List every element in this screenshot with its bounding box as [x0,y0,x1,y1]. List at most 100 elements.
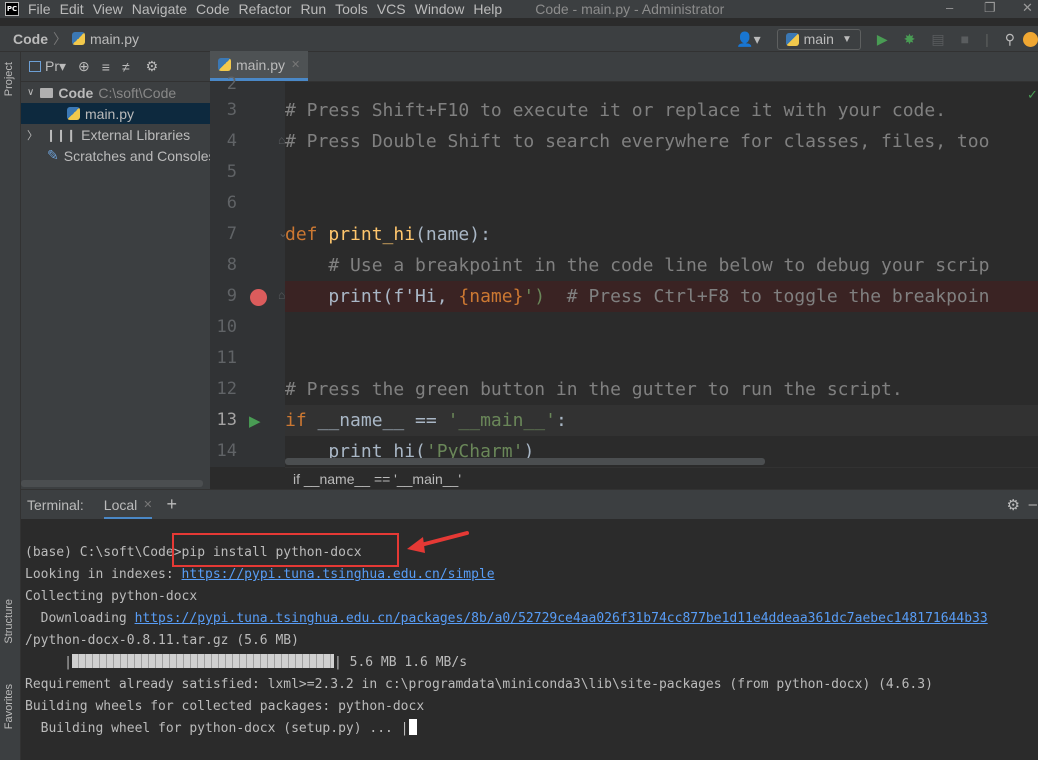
line-number: 5 [226,162,237,182]
code-fstring-expr: {name} [458,286,524,307]
terminal-link[interactable]: https://pypi.tuna.tsinghua.edu.cn/simple [182,567,495,582]
highlight-box [172,533,399,567]
breadcrumb-project[interactable]: Code [13,31,48,47]
code-function-name: print_hi [328,224,416,245]
terminal-cursor [408,719,417,735]
code-string: '__main__' [447,410,556,431]
coverage-icon[interactable]: ▤ [931,31,944,48]
menu-tools[interactable]: Tools [335,1,368,17]
structure-tool-label[interactable]: Structure [3,599,15,644]
close-tab-icon[interactable]: ✕ [291,58,300,71]
terminal-label: Terminal: [27,496,84,513]
minimize-icon[interactable]: – [946,0,953,15]
line-number: 12 [216,379,237,399]
code-keyword: def [285,224,329,245]
code-comment: # Press Ctrl+F8 to toggle the breakpoin [545,286,990,307]
menu-window[interactable]: Window [415,1,465,17]
annotation-arrow-icon [407,531,469,553]
menu-file[interactable]: File [28,1,51,17]
code-comment: # Press Shift+F10 to execute it or repla… [285,100,947,121]
gear-icon[interactable]: ⚙ [1007,496,1020,514]
line-number: 11 [216,348,237,368]
editor-breadcrumb[interactable]: if __name__ == '__main__' [285,467,1038,489]
code-line-4: # Press Double Shift to search everywher… [285,126,1038,157]
close-icon[interactable]: ✕ [1022,0,1033,16]
line-number: 6 [226,193,237,213]
debug-icon[interactable]: ✸ [904,31,916,48]
terminal-text: Looking in indexes: [25,567,182,582]
python-file-icon [72,32,85,45]
python-icon [785,32,799,46]
horizontal-scrollbar[interactable] [285,458,765,465]
code-line-12: # Press the green button in the gutter t… [285,374,1038,405]
code-line-3: # Press Shift+F10 to execute it or repla… [285,95,1038,126]
tab-terminal-local[interactable]: Local ✕ [103,490,153,520]
new-terminal-tab-icon[interactable]: + [166,494,177,515]
line-number: 8 [226,255,237,275]
code-line-9: print(f'Hi, {name}') # Press Ctrl+F8 to … [285,281,1038,312]
terminal-link[interactable]: https://pypi.tuna.tsinghua.edu.cn/packag… [135,611,988,626]
menu-edit[interactable]: Edit [60,1,84,17]
stop-icon[interactable]: ■ [961,31,969,47]
breadcrumb-separator-icon: 〉 [53,30,67,47]
navigation-bar: Code 〉 main.py 👤▾ main ▼ ▶ ✸ ▤ ■ | ⚲ [0,26,1038,52]
terminal-line: Collecting python-docx [25,589,198,604]
breadcrumb-file[interactable]: main.py [90,31,139,47]
line-number: 10 [216,317,237,337]
menu-run[interactable]: Run [300,1,326,17]
toolbar-divider: | [985,31,989,47]
horizontal-scrollbar[interactable] [21,480,203,487]
hide-panel-icon[interactable]: – [1029,496,1037,513]
code-line-8: # Use a breakpoint in the code line belo… [285,250,1038,281]
code-text: __name__ == [317,410,448,431]
tab-label: main.py [236,56,286,73]
code-keyword: if [285,410,318,431]
code-string: ') [523,286,546,307]
close-tab-icon[interactable]: ✕ [143,498,152,511]
line-number: 4 [226,131,237,151]
menu-view[interactable]: View [93,1,123,17]
code-text: : [555,410,567,431]
run-icon[interactable]: ▶ [877,31,888,48]
chevron-down-icon: ▼ [841,33,852,45]
line-number: 14 [216,441,237,461]
window-title: Code - main.py - Administrator [535,1,725,17]
inspection-ok-icon[interactable]: ✓ [1027,87,1038,103]
favorites-tool-label[interactable]: Favorites [3,684,15,729]
search-icon[interactable]: ⚲ [1005,31,1015,48]
code-line-13: if __name__ == '__main__': [285,405,1038,436]
code-text: print(f'Hi, [285,286,459,307]
code-comment: # Use a breakpoint in the code line belo… [285,255,990,276]
terminal-text: | [25,655,72,670]
menu-navigate[interactable]: Navigate [132,1,187,17]
breakpoint-icon[interactable] [250,289,267,306]
terminal-line: Building wheel for python-docx (setup.py… [25,718,417,740]
menu-code[interactable]: Code [196,1,229,17]
user-icon[interactable]: 👤▾ [736,31,760,48]
terminal-text: Downloading [25,611,135,626]
menu-help[interactable]: Help [473,1,502,17]
code-editor[interactable]: # Press Shift+F10 to execute it or repla… [285,82,1038,467]
line-number-current: 13 [216,410,237,430]
menu-refactor[interactable]: Refactor [239,1,292,17]
pycharm-logo-icon: PC [5,2,19,16]
terminal-line: Building wheels for collected packages: … [25,699,425,714]
restore-icon[interactable]: ❐ [984,0,996,16]
menu-vcs[interactable]: VCS [377,1,406,17]
run-gutter-icon[interactable]: ▶ [249,412,261,430]
code-line-7: def print_hi(name): [285,219,1038,250]
run-configuration-select[interactable]: main ▼ [776,28,861,50]
terminal-tab-label: Local [103,496,138,513]
code-comment: # Press Double Shift to search everywher… [285,131,990,152]
editor-tab-bar: main.py ✕ [210,51,1038,82]
update-icon[interactable] [1023,31,1038,47]
line-number: 9 [226,286,237,306]
terminal-text: | 5.6 MB 1.6 MB/s [333,655,468,670]
code-comment: # Press the green button in the gutter t… [285,379,903,400]
terminal-text: Building wheel for python-docx (setup.py… [25,721,409,736]
code-text: (name): [415,224,491,245]
line-numbers: 2 3 4 5 6 7 8 9 10 11 12 13 14 [0,74,285,467]
terminal-line: Downloading https://pypi.tuna.tsinghua.e… [25,608,988,630]
terminal-line: Requirement already satisfied: lxml>=2.3… [25,677,933,692]
download-progress-bar [71,654,334,668]
